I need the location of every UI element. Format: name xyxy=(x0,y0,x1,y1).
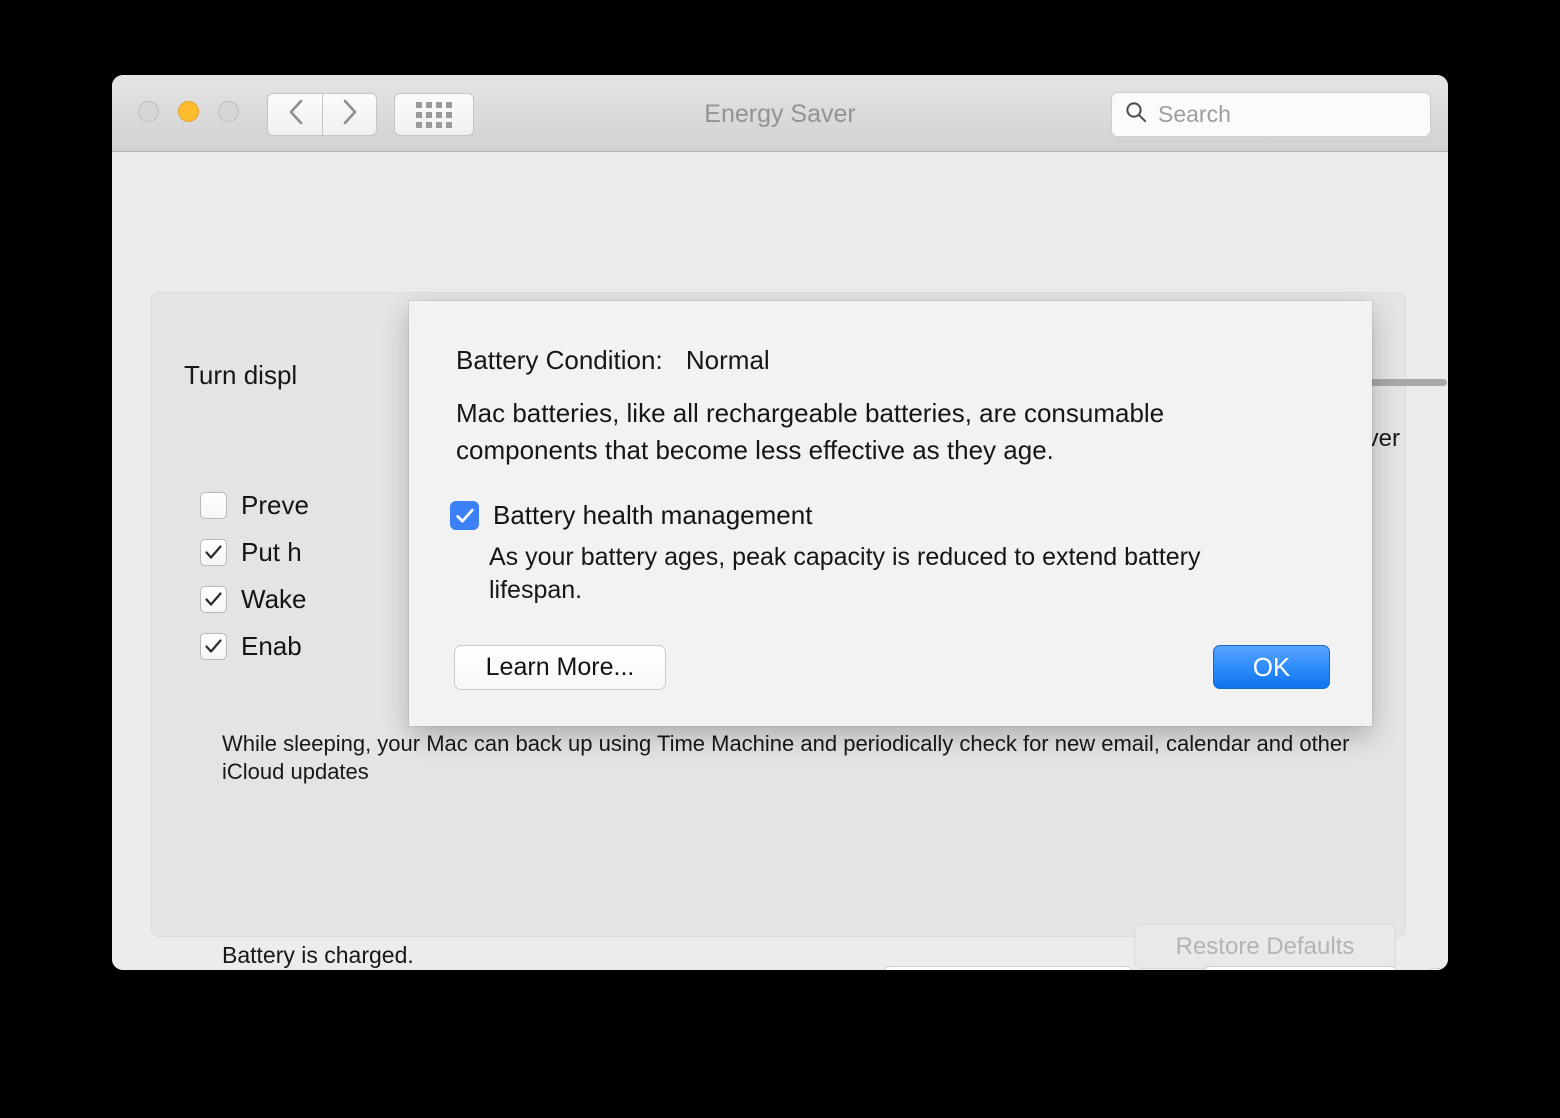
checkbox-enable-power-nap[interactable] xyxy=(200,633,227,660)
checkbox-battery-health-management[interactable] xyxy=(450,501,479,530)
checkbox-label-prevent-sleep: Preve xyxy=(241,490,309,521)
battery-health-management-row[interactable]: Battery health management xyxy=(450,500,812,531)
checkbox-label-battery-health-management: Battery health management xyxy=(493,500,812,531)
checkbox-row-enable-power-nap[interactable]: Enab xyxy=(200,623,309,669)
checkbox-row-wake-for-network[interactable]: Wake xyxy=(200,576,309,622)
battery-condition-value: Normal xyxy=(686,345,770,375)
battery-intro-text: Mac batteries, like all rechargeable bat… xyxy=(456,395,1246,469)
checkbox-prevent-sleep[interactable] xyxy=(200,492,227,519)
checkbox-put-disks-to-sleep[interactable] xyxy=(200,539,227,566)
battery-condition-label: Battery Condition: xyxy=(456,345,663,375)
battery-health-management-description: As your battery ages, peak capacity is r… xyxy=(489,541,1229,607)
search-placeholder: Search xyxy=(1158,101,1231,128)
restore-defaults-button[interactable]: Restore Defaults xyxy=(1134,924,1396,969)
schedule-button[interactable]: Schedule... xyxy=(1203,966,1398,970)
checkbox-label-wake-for-network: Wake xyxy=(241,584,307,615)
learn-more-button[interactable]: Learn More... xyxy=(454,645,666,690)
search-icon xyxy=(1124,100,1148,129)
window-body: Turn displ hrs Never Preve Put h xyxy=(112,152,1448,970)
battery-health-dialog: Battery Condition: Normal Mac batteries,… xyxy=(409,301,1372,726)
turn-display-off-label: Turn displ xyxy=(184,360,297,391)
search-input[interactable]: Search xyxy=(1111,92,1431,137)
ok-button[interactable]: OK xyxy=(1213,645,1330,689)
battery-health-button[interactable]: Battery Health... xyxy=(883,966,1133,970)
energy-options-list: Preve Put h Wake Enab xyxy=(200,482,309,670)
checkbox-row-prevent-sleep[interactable]: Preve xyxy=(200,482,309,528)
battery-condition-row: Battery Condition: Normal xyxy=(456,345,770,376)
help-button[interactable]: ? xyxy=(1416,968,1448,970)
power-nap-description: While sleeping, your Mac can back up usi… xyxy=(222,730,1362,786)
checkbox-label-enable-power-nap: Enab xyxy=(241,631,302,662)
checkbox-row-put-disks-to-sleep[interactable]: Put h xyxy=(200,529,309,575)
checkbox-wake-for-network[interactable] xyxy=(200,586,227,613)
energy-saver-window: Energy Saver Search Turn displ hrs Never xyxy=(112,75,1448,970)
window-titlebar: Energy Saver Search xyxy=(112,75,1448,152)
battery-status-text: Battery is charged. xyxy=(222,942,414,969)
checkbox-label-put-disks-to-sleep: Put h xyxy=(241,537,302,568)
